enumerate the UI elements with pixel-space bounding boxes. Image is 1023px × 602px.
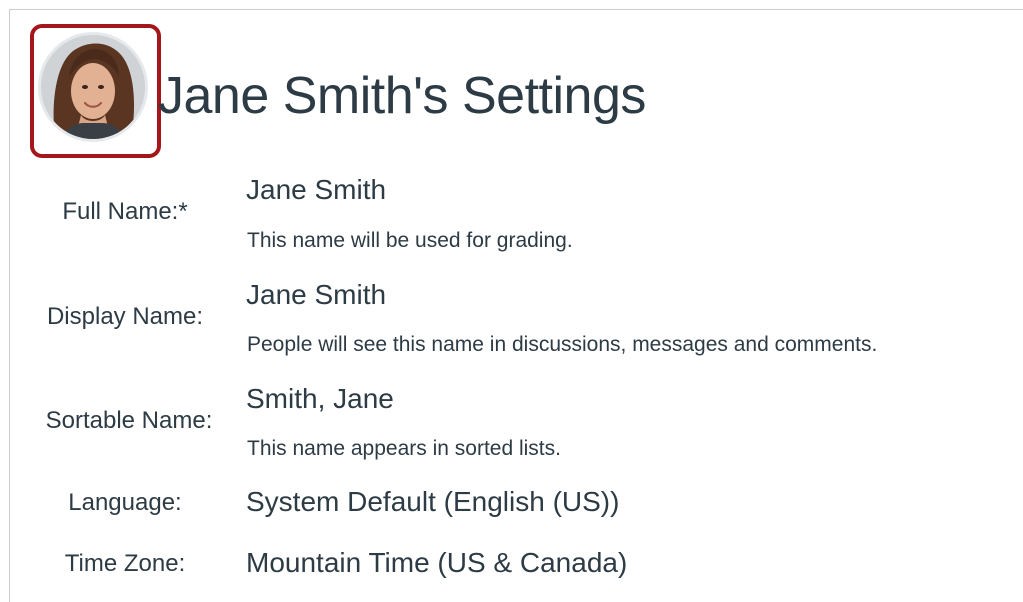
time-zone-label: Time Zone: <box>64 550 186 577</box>
language-label: Language: <box>68 489 182 516</box>
display-name-value[interactable]: Jane Smith <box>246 279 386 311</box>
language-value[interactable]: System Default (English (US)) <box>246 486 619 518</box>
sortable-name-label: Sortable Name: <box>45 407 213 434</box>
time-zone-value[interactable]: Mountain Time (US & Canada) <box>246 547 627 579</box>
display-name-label: Display Name: <box>46 303 204 330</box>
display-name-hint: People will see this name in discussions… <box>247 333 878 356</box>
full-name-value[interactable]: Jane Smith <box>246 174 386 206</box>
avatar-photo-icon <box>41 35 145 139</box>
sortable-name-hint: This name appears in sorted lists. <box>247 437 561 460</box>
full-name-label: Full Name:* <box>62 198 188 225</box>
avatar[interactable] <box>41 35 145 139</box>
sortable-name-value[interactable]: Smith, Jane <box>246 383 394 415</box>
page-title: Jane Smith's Settings <box>158 67 646 125</box>
full-name-hint: This name will be used for grading. <box>247 229 573 252</box>
